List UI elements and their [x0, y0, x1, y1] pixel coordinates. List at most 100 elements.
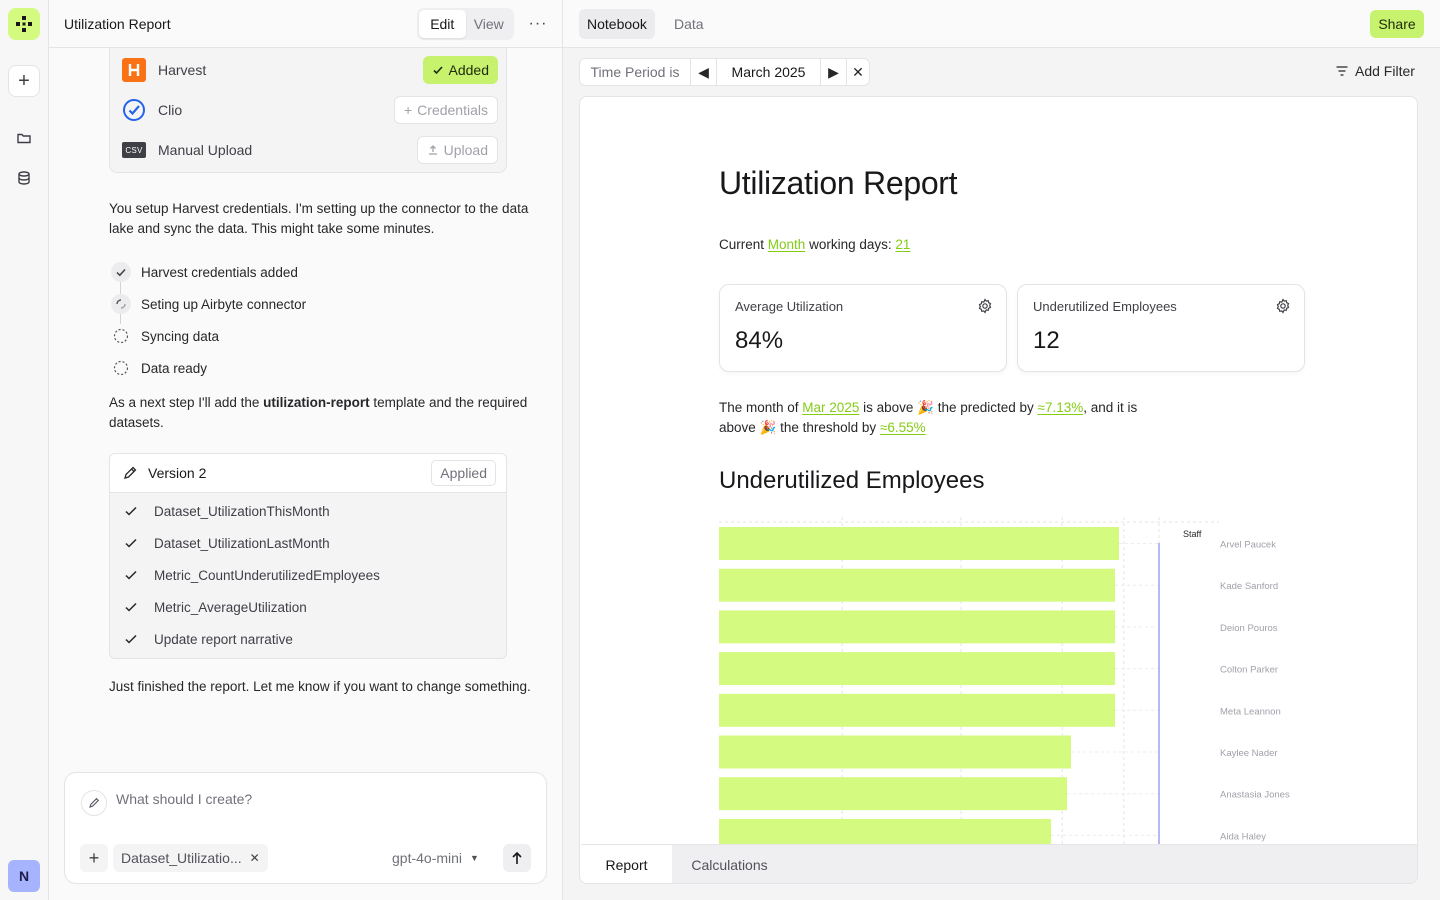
pending-circle-icon [109, 324, 133, 348]
step-label: Harvest credentials added [141, 264, 298, 280]
check-icon [122, 534, 140, 552]
clear-filter-icon[interactable]: ✕ [847, 59, 869, 85]
chart-bar [719, 735, 1071, 769]
bottom-tabs: Report Calculations [581, 844, 1417, 883]
connector-credentials-button[interactable]: + Credentials [393, 96, 498, 124]
connector-row-manual-upload: CSV Manual Upload Upload [122, 136, 498, 164]
arrow-up-icon [512, 851, 522, 864]
kpi-card-average-utilization[interactable]: Average Utilization 84% [719, 284, 1007, 372]
connector-upload-button[interactable]: Upload [416, 136, 498, 164]
narrative-text: the threshold by [776, 420, 880, 435]
step-item: Data ready [109, 352, 409, 384]
tab-report[interactable]: Report [581, 845, 672, 883]
pencil-icon [81, 790, 107, 816]
connector-name: Manual Upload [158, 142, 253, 158]
new-item-button[interactable]: + [8, 65, 40, 97]
chart-category-label: Arvel Paucek [1220, 540, 1276, 551]
tab-data[interactable]: Data [666, 9, 712, 39]
previous-period-icon[interactable]: ◀ [691, 59, 717, 85]
narrative-text: the predicted by [933, 400, 1038, 415]
chat-header: Utilization Report Edit View ··· [49, 0, 562, 48]
database-icon[interactable] [8, 162, 40, 194]
gear-icon[interactable] [977, 298, 993, 314]
next-period-icon[interactable]: ▶ [821, 59, 847, 85]
assistant-message: Just finished the report. Let me know if… [109, 679, 531, 694]
check-icon [122, 630, 140, 648]
app-rail: + N [0, 0, 49, 900]
composer: + Dataset_Utilizatio... ✕ gpt-4o-mini ▼ [64, 772, 547, 884]
chart-category-label: Colton Parker [1220, 665, 1278, 676]
connector-row-harvest: Harvest Added [122, 56, 498, 84]
step-label: Seting up Airbyte connector [141, 296, 307, 312]
chart-category-label: Anastasia Jones [1220, 790, 1290, 801]
message-text: As a next step I'll add the [109, 395, 264, 410]
remove-attachment-icon[interactable]: ✕ [250, 851, 260, 865]
connector-row-clio: Clio + Credentials [122, 96, 498, 124]
model-select[interactable]: gpt-4o-mini ▼ [392, 850, 479, 866]
chart-bar [719, 777, 1067, 811]
month-link[interactable]: Mar 2025 [802, 400, 859, 415]
kpi-value: 84% [735, 327, 784, 354]
check-icon [122, 502, 140, 520]
chart-category-label: Aida Haley [1220, 831, 1266, 842]
line-text: Current [719, 237, 768, 252]
connector-action-label: Credentials [417, 102, 488, 118]
version-item-label: Dataset_UtilizationThisMonth [154, 503, 330, 519]
version-item: Dataset_UtilizationThisMonth [110, 495, 506, 527]
more-options-icon[interactable]: ··· [526, 12, 550, 36]
assistant-message: You setup Harvest credentials. I'm setti… [109, 201, 529, 236]
user-avatar[interactable]: N [8, 860, 40, 892]
notebook-panel: Notebook Data Share Time Period is ◀ Mar… [563, 0, 1440, 900]
chat-title: Utilization Report [64, 16, 171, 32]
connector-action-label: Added [448, 62, 489, 78]
applied-badge: Applied [431, 460, 496, 486]
version-item-label: Metric_AverageUtilization [154, 599, 307, 615]
connector-added-button[interactable]: Added [422, 56, 498, 84]
working-days-link[interactable]: 21 [895, 237, 910, 252]
tab-calculations[interactable]: Calculations [672, 845, 787, 883]
version-header: Version 2 Applied [110, 454, 506, 493]
check-icon [122, 598, 140, 616]
step-item: Syncing data [109, 320, 409, 352]
step-done-icon [109, 260, 133, 284]
section-title: Underutilized Employees [719, 467, 985, 494]
csv-icon: CSV [122, 138, 146, 162]
gear-icon[interactable] [1275, 298, 1291, 314]
folder-icon[interactable] [8, 122, 40, 154]
notebook-header: Notebook Data Share [563, 0, 1440, 48]
clio-icon [122, 98, 146, 122]
template-name: utilization-report [263, 395, 370, 410]
add-attachment-button[interactable]: + [80, 844, 108, 872]
filter-value[interactable]: March 2025 [717, 59, 821, 85]
threshold-link[interactable]: ≈6.55% [880, 420, 926, 435]
tab-notebook[interactable]: Notebook [579, 9, 655, 39]
send-button[interactable] [503, 844, 531, 872]
prompt-input[interactable] [116, 791, 516, 807]
connector-name: Harvest [158, 62, 207, 78]
period-link[interactable]: Month [768, 237, 806, 252]
party-icon: 🎉 [759, 420, 777, 435]
version-card: Version 2 Applied Dataset_UtilizationThi… [109, 453, 507, 659]
report-narrative: The month of Mar 2025 is above 🎉 the pre… [719, 398, 1159, 438]
pencil-icon [124, 466, 137, 479]
plus-icon: + [403, 102, 413, 118]
check-icon [432, 66, 443, 75]
kpi-card-underutilized-employees[interactable]: Underutilized Employees 12 [1017, 284, 1305, 372]
tab-view[interactable]: View [466, 10, 513, 38]
predicted-link[interactable]: ≈7.13% [1038, 400, 1084, 415]
share-button[interactable]: Share [1370, 10, 1424, 38]
tab-edit[interactable]: Edit [419, 10, 466, 38]
connector-name: Clio [158, 102, 183, 118]
time-period-filter: Time Period is ◀ March 2025 ▶ ✕ [579, 58, 870, 86]
working-days-line: Current Month working days: 21 [719, 237, 910, 252]
pending-circle-icon [109, 356, 133, 380]
assistant-message: As a next step I'll add the utilization-… [109, 393, 549, 433]
chart-category-label: Meta Leannon [1220, 706, 1281, 717]
filter-label[interactable]: Time Period is [580, 59, 691, 85]
underutilized-employees-chart: Arvel Paucek Kade Sanford Deion Pouros Colt… [719, 517, 1290, 847]
app-logo-icon[interactable] [8, 8, 40, 40]
attachment-chip[interactable]: Dataset_Utilizatio... ✕ [113, 844, 268, 872]
mode-switch: Edit View [417, 8, 514, 40]
add-filter-button[interactable]: Add Filter [1336, 63, 1415, 79]
progress-steps: Harvest credentials added Seting up Airb… [109, 256, 409, 384]
